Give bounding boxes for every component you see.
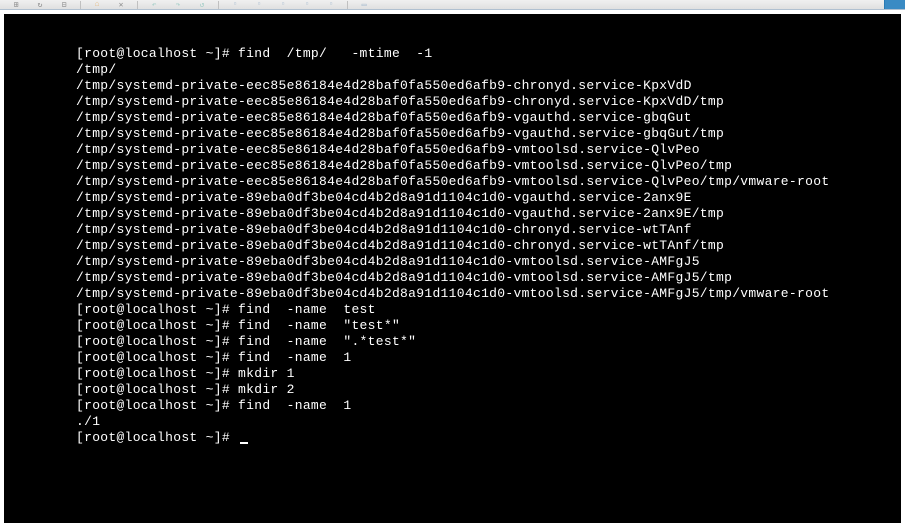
terminal-command-line: [root@localhost ~]# find -name test bbox=[76, 302, 901, 318]
toolbar: ⊞ ↻ ⊟ ⌂ ✕ ↶ ↷ ↺ ▫ ▫ ▫ ▫ ▫ ▭ bbox=[0, 0, 905, 10]
arrow-right-icon[interactable]: ↷ bbox=[168, 1, 188, 9]
separator bbox=[80, 1, 81, 9]
terminal-command-line: [root@localhost ~]# find /tmp/ -mtime -1 bbox=[76, 46, 901, 62]
refresh-icon[interactable]: ↻ bbox=[30, 1, 50, 9]
terminal-output-line: /tmp/systemd-private-89eba0df3be04cd4b2d… bbox=[76, 206, 901, 222]
window-icon[interactable]: ▭ bbox=[354, 1, 374, 9]
doc1-icon[interactable]: ▫ bbox=[225, 1, 245, 9]
arrow-left-icon[interactable]: ↶ bbox=[144, 1, 164, 9]
terminal-output-line: /tmp/ bbox=[76, 62, 901, 78]
separator bbox=[218, 1, 219, 9]
terminal-output-line: /tmp/systemd-private-89eba0df3be04cd4b2d… bbox=[76, 270, 901, 286]
terminal-output-line: /tmp/systemd-private-89eba0df3be04cd4b2d… bbox=[76, 190, 901, 206]
arrow-curve-icon[interactable]: ↺ bbox=[192, 1, 212, 9]
x-icon[interactable]: ✕ bbox=[111, 1, 131, 9]
terminal-output-line: /tmp/systemd-private-eec85e86184e4d28baf… bbox=[76, 158, 901, 174]
terminal-command-line: [root@localhost ~]# mkdir 1 bbox=[76, 366, 901, 382]
doc3-icon[interactable]: ▫ bbox=[273, 1, 293, 9]
home-icon[interactable]: ⌂ bbox=[87, 1, 107, 9]
separator bbox=[347, 1, 348, 9]
terminal-command-line: [root@localhost ~]# bbox=[76, 430, 901, 446]
terminal-output-line: /tmp/systemd-private-89eba0df3be04cd4b2d… bbox=[76, 286, 901, 302]
terminal-wrapper: [root@localhost ~]# find /tmp/ -mtime -1… bbox=[0, 10, 905, 523]
terminal-output-line: /tmp/systemd-private-eec85e86184e4d28baf… bbox=[76, 174, 901, 190]
terminal-output-line: /tmp/systemd-private-89eba0df3be04cd4b2d… bbox=[76, 222, 901, 238]
separator bbox=[137, 1, 138, 9]
grid2-icon[interactable]: ⊟ bbox=[54, 1, 74, 9]
terminal-output-line: /tmp/systemd-private-eec85e86184e4d28baf… bbox=[76, 78, 901, 94]
docs-icon[interactable]: ▫ bbox=[321, 1, 341, 9]
cursor bbox=[240, 442, 248, 444]
terminal-output-line: /tmp/systemd-private-89eba0df3be04cd4b2d… bbox=[76, 254, 901, 270]
terminal-output-line: ./1 bbox=[76, 414, 901, 430]
terminal-command-line: [root@localhost ~]# find -name ".*test*" bbox=[76, 334, 901, 350]
doc2-icon[interactable]: ▫ bbox=[249, 1, 269, 9]
terminal-output-line: /tmp/systemd-private-eec85e86184e4d28baf… bbox=[76, 142, 901, 158]
terminal-command-line: [root@localhost ~]# find -name "test*" bbox=[76, 318, 901, 334]
terminal-output-line: /tmp/systemd-private-eec85e86184e4d28baf… bbox=[76, 126, 901, 142]
terminal-output-line: /tmp/systemd-private-89eba0df3be04cd4b2d… bbox=[76, 238, 901, 254]
terminal[interactable]: [root@localhost ~]# find /tmp/ -mtime -1… bbox=[4, 14, 901, 523]
terminal-command-line: [root@localhost ~]# find -name 1 bbox=[76, 398, 901, 414]
grid-icon[interactable]: ⊞ bbox=[6, 1, 26, 9]
terminal-command-line: [root@localhost ~]# mkdir 2 bbox=[76, 382, 901, 398]
doc4-icon[interactable]: ▫ bbox=[297, 1, 317, 9]
terminal-output-line: /tmp/systemd-private-eec85e86184e4d28baf… bbox=[76, 110, 901, 126]
terminal-command-line: [root@localhost ~]# find -name 1 bbox=[76, 350, 901, 366]
terminal-output-line: /tmp/systemd-private-eec85e86184e4d28baf… bbox=[76, 94, 901, 110]
